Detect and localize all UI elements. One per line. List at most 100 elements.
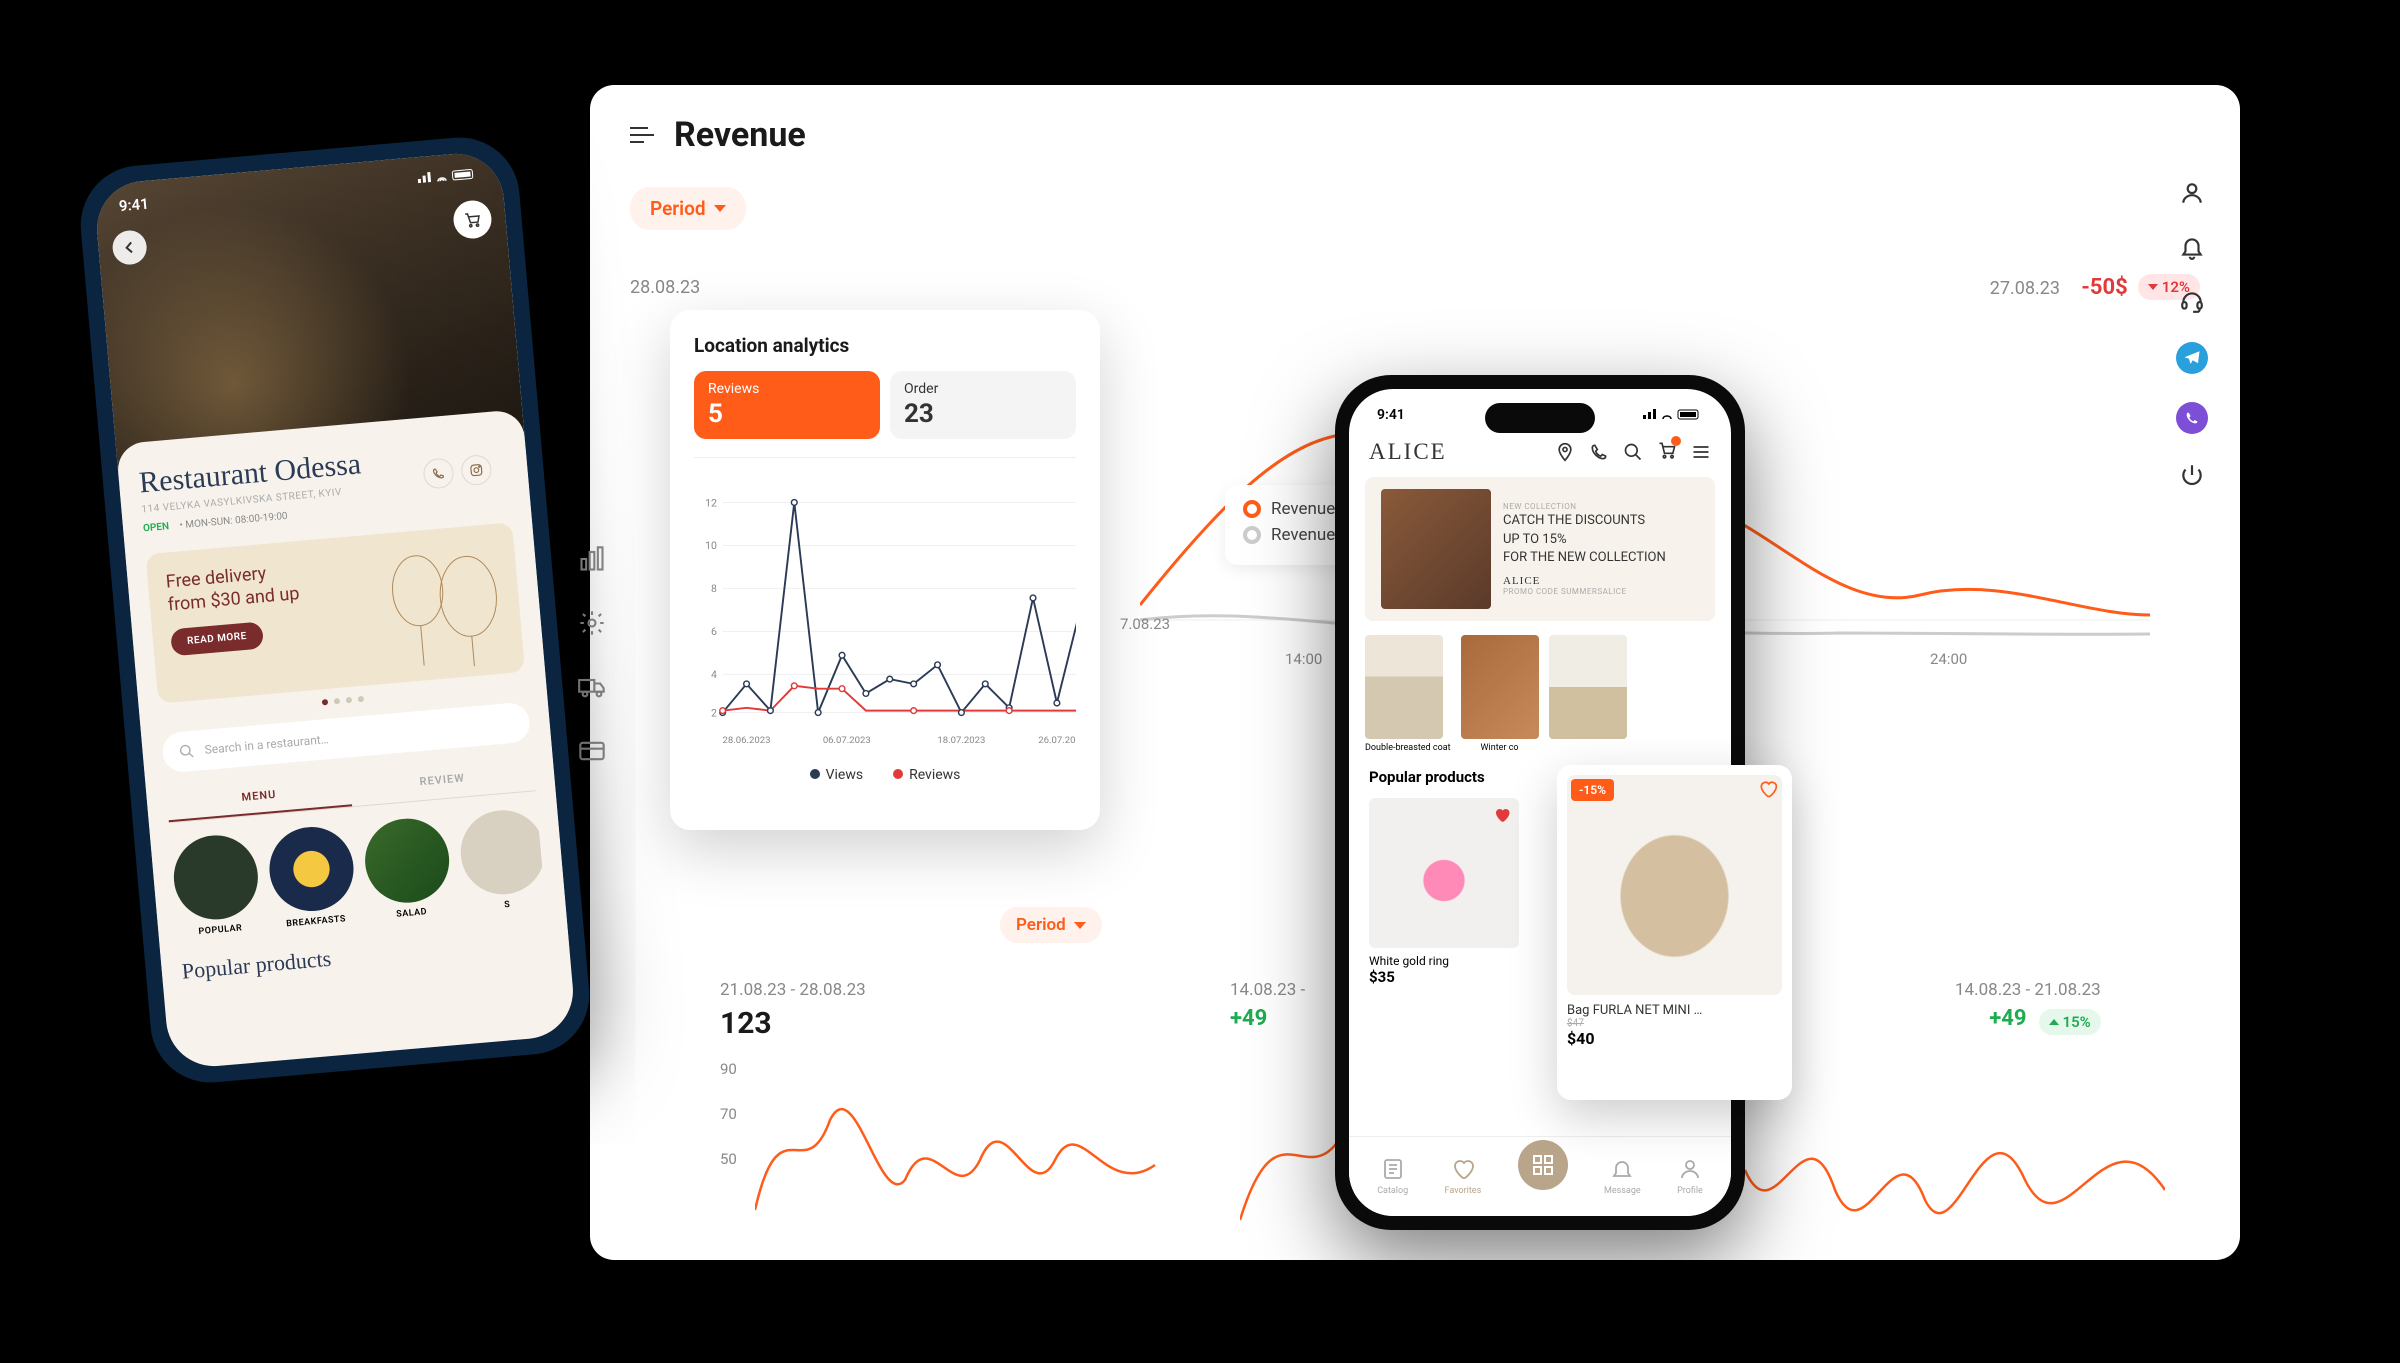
category-popular[interactable]: POPULAR [170,832,262,939]
sidebar-nav [578,545,606,765]
tab-catalog[interactable]: Catalog [1377,1157,1408,1196]
gear-icon[interactable] [578,609,606,637]
stat-block-1: 21.08.23 - 28.08.23 123 [720,980,866,1041]
svg-text:10: 10 [705,539,717,552]
y-tick-70: 70 [720,1105,737,1123]
signal-wifi-battery-icons [417,166,478,189]
svg-text:18.07.2023: 18.07.2023 [937,735,985,746]
truck-icon[interactable] [578,673,606,701]
views-dot-icon [810,769,820,779]
svg-text:4: 4 [711,668,717,681]
phone-icon[interactable] [1589,442,1609,462]
instagram-icon[interactable] [460,454,493,487]
stat-block-2: 14.08.23 - +49 [1230,980,1305,1031]
discount-badge: -15% [1571,779,1614,801]
tab-profile[interactable]: Profile [1677,1157,1703,1196]
triangle-down-icon [2148,284,2158,290]
pin-icon[interactable] [1555,442,1575,462]
product-price: $40 [1567,1029,1782,1048]
card-icon[interactable] [578,737,606,765]
legend-marker-b [1243,526,1261,544]
hero-image [1381,489,1491,609]
dot-2[interactable] [334,698,341,705]
stat-delta-badge: 15% [2039,1009,2101,1035]
viber-icon[interactable] [2176,402,2208,434]
analytics-tab-reviews[interactable]: Reviews 5 [694,371,880,439]
brand-logo[interactable]: ALICE [1369,439,1447,465]
dot-1[interactable] [322,699,329,706]
read-more-button[interactable]: READ MORE [170,621,264,656]
promo-banner[interactable]: Free deliveryfrom $30 and up READ MORE [145,522,525,704]
category-coat-2[interactable]: Winter co [1461,635,1539,754]
mini-chart-1 [755,1060,1175,1270]
period-filter-button-2[interactable]: Period [1000,907,1102,943]
period-label: Period [650,197,706,220]
y-tick-50: 50 [720,1150,737,1168]
product-image [1567,775,1782,995]
restaurant-app-phone: 9:41 Restaurant Odessa 114 VELYKA VASYLK… [76,133,595,1088]
product-name: Bag FURLA NET MINI … [1567,1003,1782,1018]
analytics-tab-order[interactable]: Order 23 [890,371,1076,439]
phone-icon[interactable] [422,457,455,490]
bell-icon[interactable] [2179,234,2205,260]
category-more[interactable]: S [457,807,545,914]
reviews-dot-icon [893,769,903,779]
svg-text:12: 12 [705,496,717,509]
dot-3[interactable] [346,697,353,704]
tab-favorites[interactable]: Favorites [1445,1157,1482,1196]
x-tick-14: 14:00 [1285,650,1322,668]
menu-icon[interactable] [1691,442,1711,462]
analytics-icon[interactable] [578,545,606,573]
user-icon[interactable] [2179,180,2205,206]
svg-text:06.07.2023: 06.07.2023 [823,735,871,746]
favorite-icon[interactable] [1493,806,1511,828]
period-filter-button[interactable]: Period [630,187,746,230]
cart-icon[interactable] [1657,440,1677,460]
product-old-price: $47 [1567,1018,1782,1029]
category-coat-1[interactable]: Double-breasted coat [1365,635,1451,754]
product-card-bag[interactable]: -15% Bag FURLA NET MINI … $47 $40 [1557,765,1792,1100]
search-icon [178,743,195,760]
tab-message[interactable]: Message [1604,1157,1641,1196]
dot-4[interactable] [358,696,365,703]
search-icon[interactable] [1623,442,1643,462]
svg-text:28.06.2023: 28.06.2023 [723,735,771,746]
y-tick-90: 90 [720,1060,737,1078]
svg-text:2: 2 [711,706,717,719]
date-left: 28.08.23 [630,277,700,298]
category-breakfasts[interactable]: BREAKFASTS [266,824,358,931]
tab-review[interactable]: REVIEW [349,755,535,806]
power-icon[interactable] [2179,462,2205,488]
chevron-down-icon [1074,922,1086,929]
menu-toggle-icon[interactable] [630,126,654,144]
category-boots[interactable] [1549,635,1627,754]
headset-icon[interactable] [2179,288,2205,314]
tab-menu[interactable]: MENU [166,771,352,822]
svg-text:6: 6 [711,625,717,638]
mini-chart-3 [1745,1060,2165,1270]
views-line [723,502,1076,712]
page-title: Revenue [674,115,806,155]
qr-scan-button[interactable] [1518,1140,1568,1190]
stat-block-3: 14.08.23 - 21.08.23 +49 15% [1955,980,2101,1035]
x-tick-24: 24:00 [1930,650,1967,668]
revenue-delta-value: -50$ [2081,275,2128,300]
dynamic-island [1485,403,1595,433]
legend-marker-a [1243,500,1261,518]
favorite-icon[interactable] [1758,779,1778,803]
svg-text:8: 8 [711,582,717,595]
analytics-legend: Views Reviews [694,767,1076,783]
signal-wifi-battery-icons [1643,407,1703,425]
analytics-title: Location analytics [694,334,1076,357]
analytics-chart: 12 10 8 6 4 2 [694,457,1076,757]
promo-hero[interactable]: NEW COLLECTION CATCH THE DISCOUNTS UP TO… [1365,477,1715,621]
extra-date-tick: 7.08.23 [1120,615,1170,633]
right-action-rail [2176,180,2208,488]
date-right: 27.08.23 [630,278,2060,299]
popular-products-heading: Popular products [181,927,550,985]
bottom-tab-bar: Catalog Favorites Message Profile [1349,1136,1731,1216]
svg-text:26.07.20: 26.07.20 [1038,735,1075,746]
telegram-icon[interactable] [2176,342,2208,374]
category-salad[interactable]: SALAD [362,815,454,922]
triangle-up-icon [2049,1019,2059,1025]
